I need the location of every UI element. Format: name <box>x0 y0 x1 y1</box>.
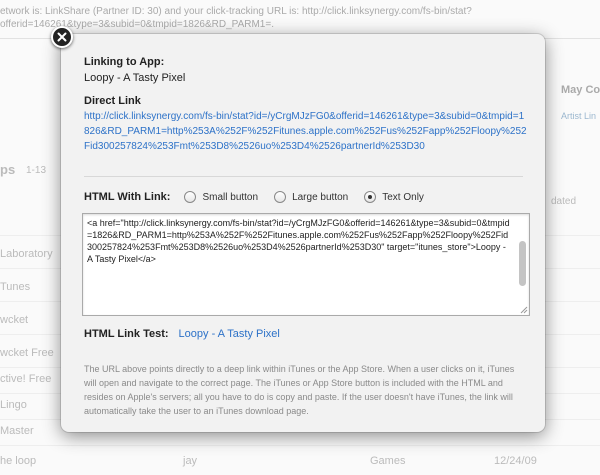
linking-section: Linking to App: Loopy - A Tasty Pixel <box>84 56 185 84</box>
scrollbar-thumb[interactable] <box>519 241 526 286</box>
artist-link[interactable]: Artist Lin <box>561 111 596 121</box>
radio-text-only[interactable]: Text Only <box>364 191 424 203</box>
close-icon <box>57 32 67 42</box>
side-panel-title: May Co <box>561 84 600 96</box>
radio-indicator[interactable] <box>274 191 287 203</box>
html-link-test-section: HTML Link Test: Loopy - A Tasty Pixel <box>84 327 280 342</box>
help-text: The URL above points directly to a deep … <box>84 364 515 416</box>
column-header-updated[interactable]: dated <box>551 196 576 207</box>
apps-title: ps <box>0 162 16 177</box>
affiliate-info-line: etwork is: LinkShare (Partner ID: 30) an… <box>0 6 472 17</box>
link-maker-dialog: Linking to App: Loopy - A Tasty Pixel Di… <box>61 34 545 432</box>
radio-label: Text Only <box>382 191 424 203</box>
radio-indicator[interactable] <box>364 191 377 203</box>
radio-indicator[interactable] <box>184 191 197 203</box>
html-code-textarea[interactable]: <a href="http://click.linksynergy.com/fs… <box>82 213 530 316</box>
radio-label: Small button <box>202 191 259 203</box>
section-divider <box>84 176 523 177</box>
table-row[interactable]: he loop jay Games 12/24/09 <box>0 448 600 475</box>
radio-small-button[interactable]: Small button <box>184 191 258 203</box>
apps-count: 1-13 <box>26 165 47 176</box>
html-with-link-section: HTML With Link: Small button Large butto… <box>84 191 440 203</box>
close-button[interactable] <box>51 26 73 48</box>
app-name: Loopy - A Tasty Pixel <box>84 72 186 84</box>
linking-label: Linking to App: <box>84 56 165 68</box>
radio-label: Large button <box>292 191 349 203</box>
direct-link-url[interactable]: http://click.linksynergy.com/fs-bin/stat… <box>84 109 529 154</box>
affiliate-info-line-2: offerid=146261&type=3&subid=0&tmpid=1826… <box>0 19 274 30</box>
html-code[interactable]: <a href="http://click.linksynergy.com/fs… <box>87 217 511 265</box>
html-link-test-link[interactable]: Loopy - A Tasty Pixel <box>179 327 280 342</box>
html-link-test-label: HTML Link Test: <box>84 328 169 340</box>
radio-large-button[interactable]: Large button <box>274 191 348 203</box>
textarea-scrollbar[interactable] <box>518 216 527 313</box>
resize-grip-icon[interactable] <box>519 305 528 314</box>
direct-link-label: Direct Link <box>84 95 141 107</box>
html-with-link-label: HTML With Link: <box>84 191 171 203</box>
direct-link-section: Direct Link http://click.linksynergy.com… <box>84 95 529 154</box>
